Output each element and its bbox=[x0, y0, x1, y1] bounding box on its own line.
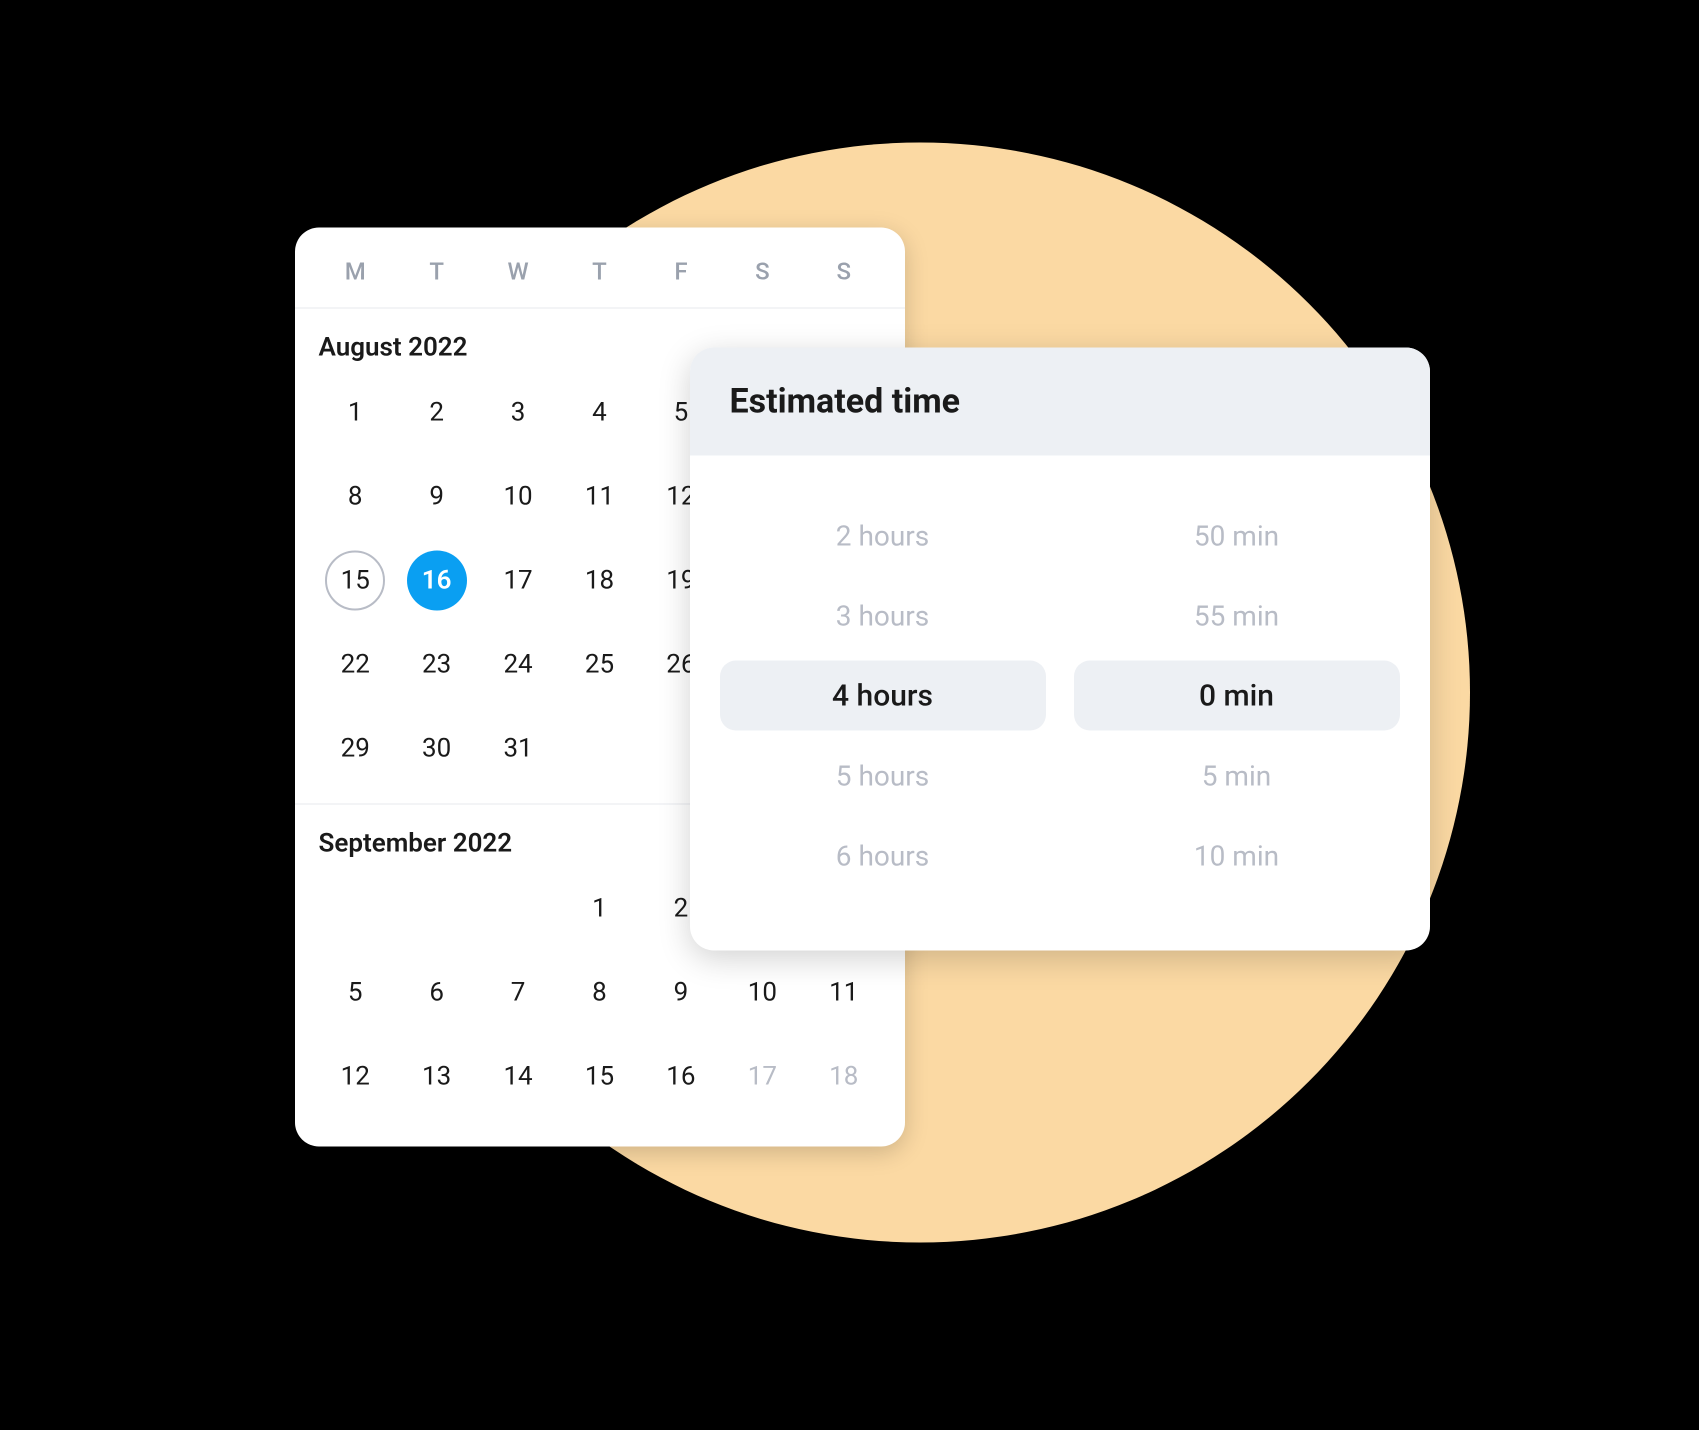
day-cell[interactable]: 18 bbox=[569, 551, 629, 611]
day-cell[interactable]: 23 bbox=[407, 635, 467, 695]
picker-option[interactable]: 10 min bbox=[1074, 821, 1400, 891]
day-cell[interactable]: 17 bbox=[732, 1047, 792, 1107]
day-cell[interactable]: 4 bbox=[569, 383, 629, 443]
day-cell-empty bbox=[488, 879, 548, 939]
day-cell[interactable]: 31 bbox=[488, 719, 548, 779]
day-cell[interactable]: 1 bbox=[569, 879, 629, 939]
weekday-label: S bbox=[755, 258, 770, 286]
day-cell[interactable]: 9 bbox=[651, 963, 711, 1023]
day-cell[interactable]: 14 bbox=[488, 1047, 548, 1107]
picker-option[interactable]: 55 min bbox=[1074, 581, 1400, 651]
day-cell[interactable]: 24 bbox=[488, 635, 548, 695]
picker-option[interactable]: 2 hours bbox=[720, 501, 1046, 571]
day-cell[interactable]: 11 bbox=[569, 467, 629, 527]
day-cell[interactable]: 15 bbox=[325, 551, 385, 611]
day-cell[interactable]: 11 bbox=[814, 963, 874, 1023]
day-cell[interactable]: 3 bbox=[488, 383, 548, 443]
weekday-label: T bbox=[592, 258, 607, 286]
day-cell[interactable]: 1 bbox=[325, 383, 385, 443]
day-cell[interactable]: 10 bbox=[732, 963, 792, 1023]
weekday-label: M bbox=[345, 258, 366, 286]
weekday-label: F bbox=[674, 258, 687, 286]
day-cell[interactable]: 8 bbox=[569, 963, 629, 1023]
weekday-label: T bbox=[429, 258, 444, 286]
picker-option[interactable]: 3 hours bbox=[720, 581, 1046, 651]
day-cell[interactable]: 9 bbox=[407, 467, 467, 527]
picker-option[interactable]: 50 min bbox=[1074, 501, 1400, 571]
day-cell[interactable]: 16 bbox=[651, 1047, 711, 1107]
day-cell[interactable]: 29 bbox=[325, 719, 385, 779]
picker-option[interactable]: 5 min bbox=[1074, 741, 1400, 811]
day-cell[interactable]: 17 bbox=[488, 551, 548, 611]
weekday-label: W bbox=[507, 258, 528, 286]
day-cell-empty bbox=[325, 879, 385, 939]
day-cell[interactable]: 30 bbox=[407, 719, 467, 779]
day-cell[interactable]: 15 bbox=[569, 1047, 629, 1107]
hours-picker[interactable]: 2 hours 3 hours 4 hours 5 hours 6 hours bbox=[720, 501, 1046, 891]
day-cell[interactable]: 10 bbox=[488, 467, 548, 527]
day-cell[interactable]: 7 bbox=[488, 963, 548, 1023]
estimated-time-card: Estimated time 2 hours 3 hours 4 hours 5 ho… bbox=[690, 348, 1430, 951]
day-cell[interactable]: 25 bbox=[569, 635, 629, 695]
day-cell[interactable]: 22 bbox=[325, 635, 385, 695]
time-card-header: Estimated time bbox=[690, 348, 1430, 456]
weekday-header: M T W T F S S bbox=[295, 228, 905, 309]
picker-option[interactable]: 0 min bbox=[1074, 661, 1400, 731]
day-cell[interactable]: 6 bbox=[407, 963, 467, 1023]
day-cell[interactable]: 16 bbox=[407, 551, 467, 611]
day-cell[interactable]: 13 bbox=[407, 1047, 467, 1107]
day-cell-empty bbox=[407, 879, 467, 939]
weekday-label: S bbox=[837, 258, 852, 286]
day-cell[interactable]: 18 bbox=[814, 1047, 874, 1107]
time-card-title: Estimated time bbox=[730, 382, 1390, 422]
picker-option[interactable]: 4 hours bbox=[720, 661, 1046, 731]
picker-option[interactable]: 5 hours bbox=[720, 741, 1046, 811]
day-cell[interactable]: 5 bbox=[325, 963, 385, 1023]
minutes-picker[interactable]: 50 min 55 min 0 min 5 min 10 min bbox=[1074, 501, 1400, 891]
picker-option[interactable]: 6 hours bbox=[720, 821, 1046, 891]
day-cell[interactable]: 2 bbox=[407, 383, 467, 443]
day-cell[interactable]: 8 bbox=[325, 467, 385, 527]
day-cell[interactable]: 12 bbox=[325, 1047, 385, 1107]
